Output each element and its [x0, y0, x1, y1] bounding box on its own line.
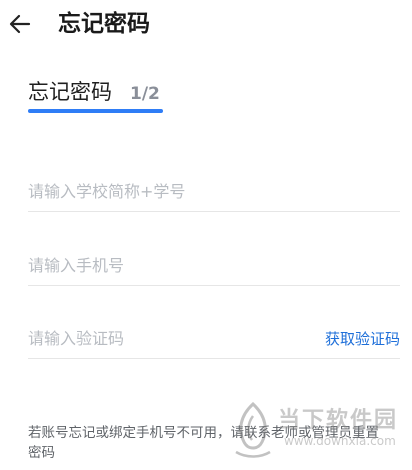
verification-code-field: 获取验证码	[28, 318, 400, 359]
top-bar: 忘记密码	[0, 0, 412, 50]
forgot-password-screen: 忘记密码 忘记密码 1/2 获取验证码 若账号忘记或绑定手机号不可用，请联系老师…	[0, 0, 412, 470]
get-code-button[interactable]: 获取验证码	[317, 328, 400, 349]
school-id-field	[28, 171, 400, 212]
school-id-input[interactable]	[28, 176, 400, 206]
step-title: 忘记密码	[28, 80, 112, 104]
phone-input[interactable]	[28, 250, 400, 280]
account-hint: 若账号忘记或绑定手机号不可用，请联系老师或管理员重置密码	[28, 425, 379, 461]
verification-code-input[interactable]	[28, 323, 317, 353]
phone-field	[28, 245, 400, 286]
arrow-left-icon	[9, 14, 31, 34]
page-title: 忘记密码	[58, 11, 150, 37]
step-indicator: 1/2	[130, 84, 160, 104]
step-header: 忘记密码 1/2	[28, 76, 160, 108]
step-underline	[28, 109, 163, 113]
back-button[interactable]	[4, 6, 36, 42]
